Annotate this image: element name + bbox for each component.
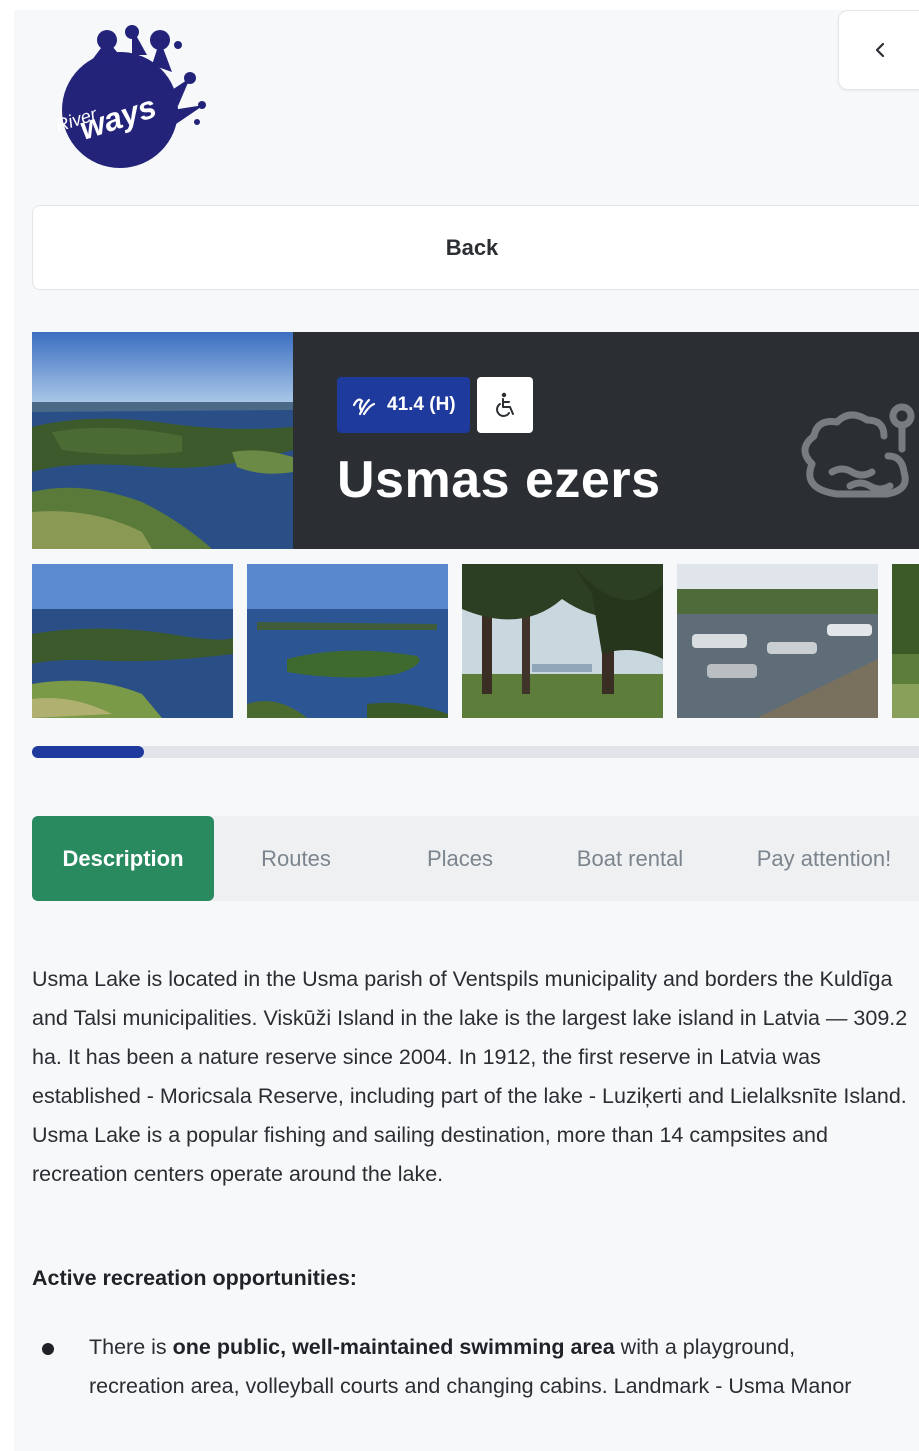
gallery-thumbnail[interactable]: [32, 564, 233, 718]
recreation-list: There is one public, well-maintained swi…: [32, 1328, 892, 1406]
water-level-badge: 41.4 (H): [337, 377, 470, 433]
aerial-islands-image: [247, 564, 448, 718]
logo-splash: River ways: [53, 25, 206, 168]
list-item-text-before: There is: [89, 1335, 173, 1359]
shoreline-image: [892, 564, 919, 718]
tab-description[interactable]: Description: [32, 816, 214, 901]
tab-places[interactable]: Places: [378, 816, 542, 901]
tab-boat-rental[interactable]: Boat rental: [542, 816, 718, 901]
hero-photo[interactable]: [32, 332, 293, 549]
page-panel: River ways Back 41.4 (H) Usmas ezers Des…: [14, 10, 919, 1451]
hero-badges: 41.4 (H): [337, 377, 533, 433]
photo-gallery: [32, 564, 919, 718]
collapse-panel-button[interactable]: [838, 10, 919, 90]
chevron-left-icon: [875, 42, 885, 58]
water-level-value: 41.4 (H): [387, 394, 456, 415]
gallery-thumbnail[interactable]: [892, 564, 919, 718]
gallery-scrollbar-thumb[interactable]: [32, 746, 144, 758]
bullet-icon: [42, 1343, 54, 1355]
accessibility-badge: [476, 377, 533, 433]
boat-harbor-image: [677, 564, 878, 718]
wheelchair-icon: [495, 392, 514, 417]
section-subheading: Active recreation opportunities:: [32, 1266, 357, 1290]
description-text: Usma Lake is located in the Usma parish …: [32, 967, 908, 1186]
gallery-thumbnail[interactable]: [462, 564, 663, 718]
lake-icon: [801, 403, 915, 498]
tab-routes[interactable]: Routes: [214, 816, 378, 901]
tab-bar: Description Routes Places Boat rental Pa…: [32, 816, 919, 901]
page-title: Usmas ezers: [337, 451, 661, 509]
list-item-text-bold: one public, well-maintained swimming are…: [172, 1335, 615, 1359]
back-button[interactable]: Back: [32, 205, 919, 290]
tab-pay-attention[interactable]: Pay attention!: [718, 816, 919, 901]
forest-shore-image: [462, 564, 663, 718]
gallery-thumbnail[interactable]: [247, 564, 448, 718]
riverways-logo[interactable]: River ways: [32, 10, 212, 170]
list-item: There is one public, well-maintained swi…: [32, 1328, 892, 1406]
aerial-lake-image: [32, 332, 293, 549]
aerial-lake-image: [32, 564, 233, 718]
water-level-icon: [352, 398, 376, 416]
gallery-thumbnail[interactable]: [677, 564, 878, 718]
gallery-scrollbar-track[interactable]: [32, 746, 919, 758]
hero-banner: 41.4 (H) Usmas ezers: [32, 332, 919, 549]
